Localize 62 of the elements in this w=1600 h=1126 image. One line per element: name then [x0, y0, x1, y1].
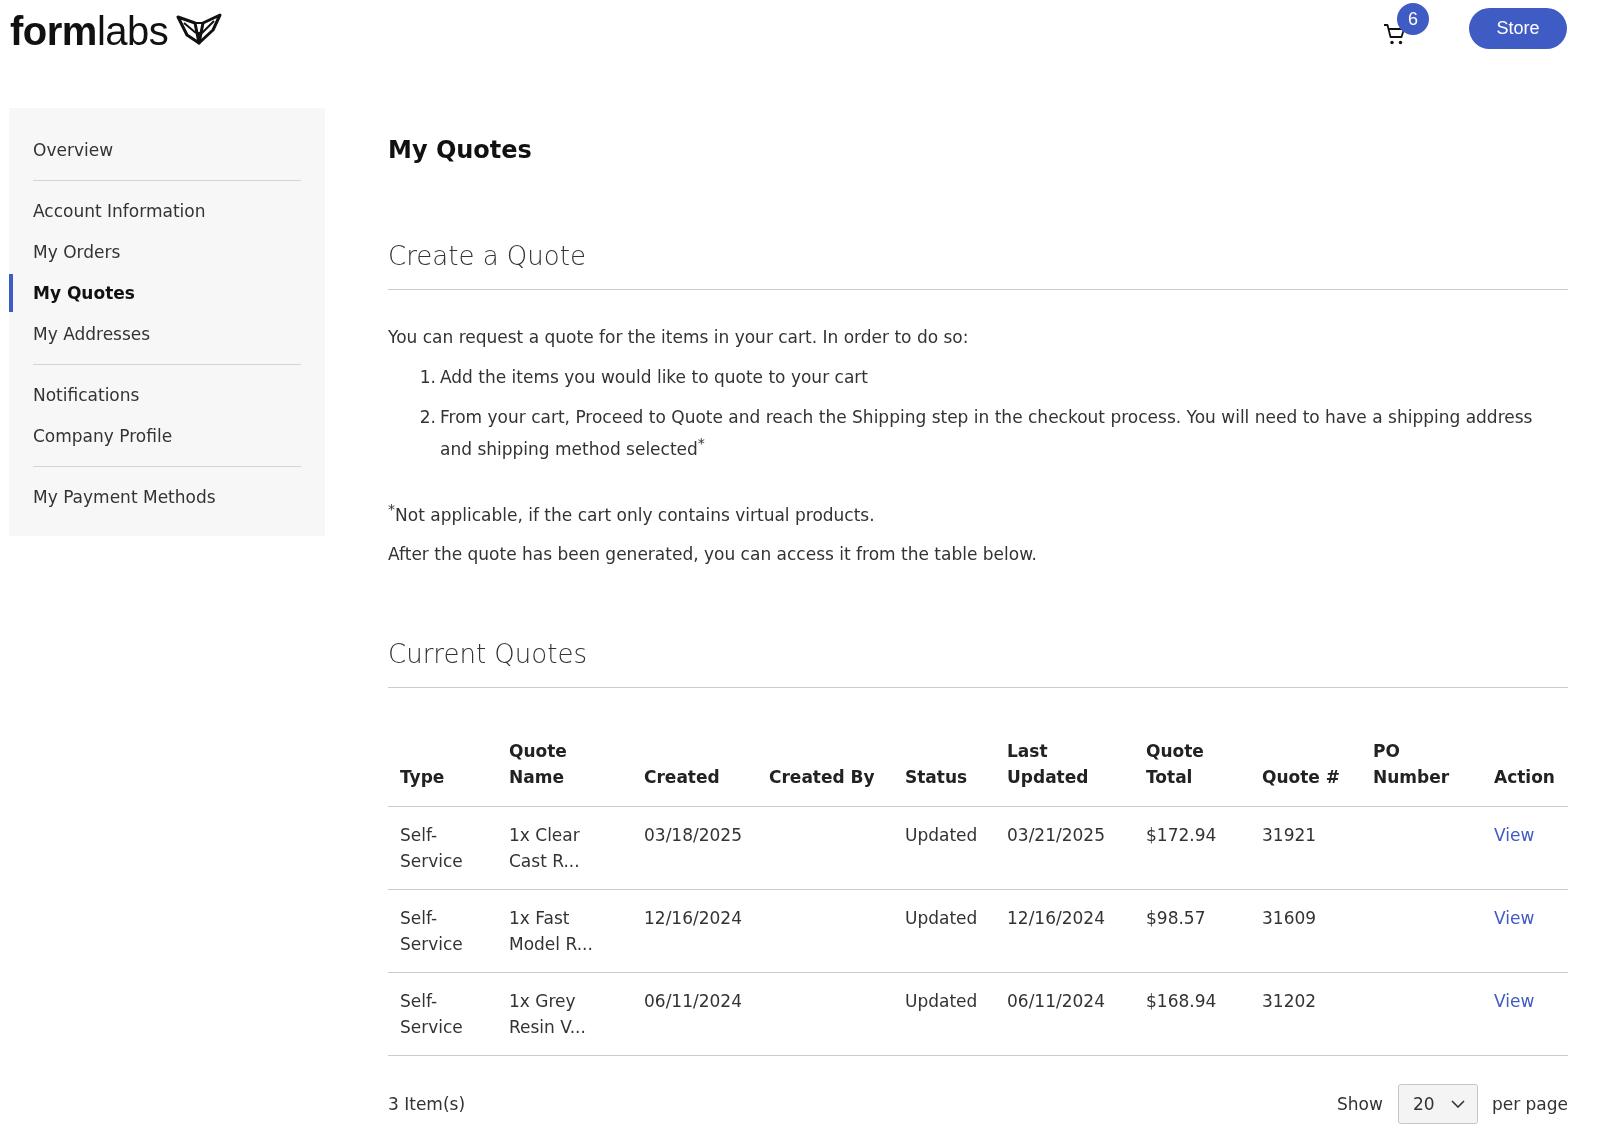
column-header: PO Number: [1361, 738, 1482, 807]
table-cell: 12/16/2024: [632, 889, 757, 973]
view-link[interactable]: View: [1494, 908, 1535, 929]
footnote-text: $^{*}$Not applicable, if the cart only contains virtual products.: [388, 499, 875, 527]
step-number: 2.: [419, 406, 436, 429]
sidebar-item[interactable]: My Payment Methods: [9, 478, 325, 516]
step-number: 1.: [419, 366, 436, 389]
column-header: Action: [1482, 738, 1568, 807]
table-cell: Updated: [893, 972, 995, 1056]
table-cell: 31202: [1250, 972, 1361, 1056]
logo-text[interactable]: formlabs: [10, 11, 169, 51]
table-cell: Self-Service: [388, 972, 497, 1056]
section-heading: Create a Quote: [388, 240, 586, 273]
table-cell: Self-Service: [388, 806, 497, 890]
column-header: Status: [893, 738, 995, 807]
intro-text: You can request a quote for the items in your cart. In order to do so:: [388, 326, 969, 349]
section-heading: Current Quotes: [388, 638, 587, 672]
show-label: Show: [1337, 1093, 1383, 1117]
view-link[interactable]: View: [1494, 991, 1535, 1012]
column-header: Quote Total: [1134, 738, 1250, 807]
column-header: Quote #: [1250, 738, 1361, 807]
step-text: Add the items you would like to quote to your cart: [440, 366, 868, 389]
table-cell: 03/21/2025: [995, 806, 1134, 890]
column-header: Quote Name: [497, 738, 632, 807]
sidebar-item[interactable]: Company Profile: [9, 417, 325, 455]
chevron-down-icon: [1450, 1100, 1465, 1109]
table-cell: 1x Grey Resin V...: [497, 972, 632, 1056]
column-header: Type: [388, 738, 497, 807]
table-cell: Updated: [893, 806, 995, 890]
table-cell: 12/16/2024: [995, 889, 1134, 973]
item-count-text: 3 Item(s): [388, 1093, 466, 1117]
table-cell: 06/11/2024: [995, 972, 1134, 1056]
note-text: After the quote has been generated, you can access it from the table below.: [388, 543, 1037, 567]
table-cell: 31609: [1250, 889, 1361, 973]
per-page-label: per page: [1491, 1093, 1568, 1117]
table-cell: 31921: [1250, 806, 1361, 890]
table-cell: 1x Fast Model R...: [497, 889, 632, 973]
sidebar-item[interactable]: Account Information: [9, 192, 325, 230]
table-cell: $98.57: [1134, 889, 1250, 973]
step-text: From your cart, Proceed to Quote and reach the Shipping step in the checkout process. You will need to have a shipping address and shipping method selected$^{*}$: [440, 406, 1534, 461]
sidebar-item[interactable]: My Quotes: [9, 274, 325, 312]
view-link[interactable]: View: [1494, 825, 1535, 846]
store-button[interactable]: Store: [1469, 8, 1567, 49]
sidebar-item[interactable]: My Orders: [9, 233, 325, 271]
cart-icon[interactable]: [1383, 22, 1407, 46]
column-header: Last Updated: [995, 738, 1134, 807]
cart-count-badge: 6: [1397, 3, 1429, 35]
column-header: Created By: [757, 738, 893, 807]
sidebar-item[interactable]: My Addresses: [9, 315, 325, 353]
page-title: My Quotes: [388, 135, 532, 166]
column-header: Created: [632, 738, 757, 807]
butterfly-icon: [176, 13, 223, 45]
table-cell: Updated: [893, 889, 995, 973]
table-cell: $168.94: [1134, 972, 1250, 1056]
table-cell: Self-Service: [388, 889, 497, 973]
table-cell: $172.94: [1134, 806, 1250, 890]
per-page-select[interactable]: 20: [1397, 1084, 1478, 1125]
table-cell: 06/11/2024: [632, 972, 757, 1056]
sidebar-item[interactable]: Overview: [9, 131, 325, 169]
table-cell: 03/18/2025: [632, 806, 757, 890]
sidebar-item[interactable]: Notifications: [9, 376, 325, 414]
table-cell: 1x Clear Cast R...: [497, 806, 632, 890]
